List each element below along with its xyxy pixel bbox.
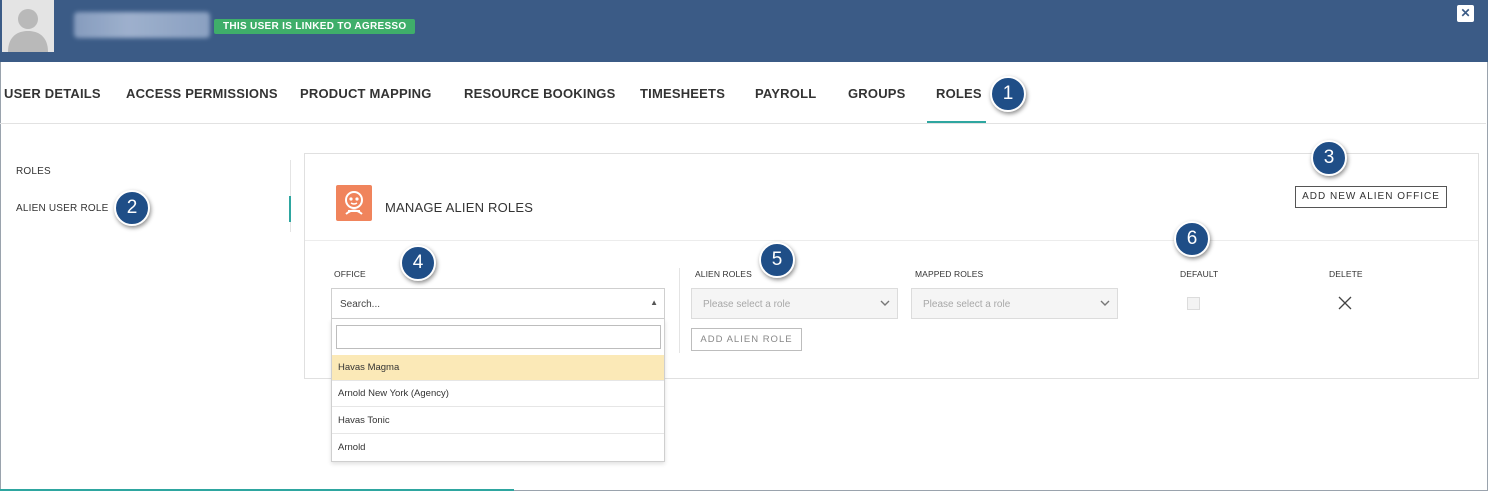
add-alien-role-button[interactable]: ADD ALIEN ROLE <box>691 328 802 351</box>
callout-badge: 5 <box>759 242 795 278</box>
office-option[interactable]: Havas Tonic <box>332 408 664 434</box>
chevron-down-icon <box>1100 300 1110 306</box>
sidebar-item-roles[interactable]: ROLES <box>16 166 51 177</box>
office-select-value: Search... <box>340 299 381 310</box>
callout-badge: 6 <box>1174 221 1210 257</box>
caret-up-icon: ▲ <box>650 298 658 307</box>
user-header: THIS USER IS LINKED TO AGRESSO ✕ <box>0 0 1488 62</box>
tab-groups[interactable]: GROUPS <box>848 86 906 101</box>
alien-role-select[interactable]: Please select a role <box>691 288 898 319</box>
callout-badge: 4 <box>400 245 436 281</box>
mapped-roles-column-label: MAPPED ROLES <box>915 269 984 279</box>
add-new-alien-office-button[interactable]: ADD NEW ALIEN OFFICE <box>1295 186 1447 208</box>
tab-user-details[interactable]: USER DETAILS <box>4 86 101 101</box>
tab-product-mapping[interactable]: PRODUCT MAPPING <box>300 86 432 101</box>
panel-divider <box>305 240 1478 241</box>
user-name-blurred <box>74 12 210 38</box>
sidebar-item-alien-user-role[interactable]: ALIEN USER ROLE <box>16 203 108 214</box>
tab-roles[interactable]: ROLES <box>936 86 982 101</box>
default-checkbox[interactable] <box>1187 297 1200 310</box>
tab-payroll[interactable]: PAYROLL <box>755 86 816 101</box>
tab-resource-bookings[interactable]: RESOURCE BOOKINGS <box>464 86 615 101</box>
sidebar-active-indicator <box>289 196 291 222</box>
alien-role-placeholder: Please select a role <box>703 299 791 310</box>
chevron-down-icon <box>880 300 890 306</box>
tab-bar: USER DETAILS ACCESS PERMISSIONS PRODUCT … <box>0 62 1486 124</box>
panel-title: MANAGE ALIEN ROLES <box>385 200 534 215</box>
agresso-linked-badge: THIS USER IS LINKED TO AGRESSO <box>214 19 416 34</box>
user-silhouette-icon <box>2 0 54 52</box>
mapped-role-placeholder: Please select a role <box>923 299 1011 310</box>
close-button[interactable]: ✕ <box>1457 5 1474 22</box>
column-divider <box>679 268 680 353</box>
callout-badge: 2 <box>114 190 150 226</box>
delete-column-label: DELETE <box>1329 269 1363 279</box>
alien-roles-column-label: ALIEN ROLES <box>695 269 752 279</box>
office-option[interactable]: Arnold New York (Agency) <box>332 381 664 407</box>
callout-badge: 1 <box>990 76 1026 112</box>
avatar <box>2 0 54 52</box>
mapped-role-select[interactable]: Please select a role <box>911 288 1118 319</box>
delete-icon[interactable] <box>1338 296 1352 310</box>
alien-icon <box>336 185 372 221</box>
tab-access-permissions[interactable]: ACCESS PERMISSIONS <box>126 86 278 101</box>
office-column-label: OFFICE <box>334 269 366 279</box>
default-column-label: DEFAULT <box>1180 269 1219 279</box>
callout-badge: 3 <box>1311 140 1347 176</box>
tab-timesheets[interactable]: TIMESHEETS <box>640 86 725 101</box>
office-select[interactable]: Search... ▲ <box>331 288 665 319</box>
office-option[interactable]: Havas Magma <box>332 355 664 381</box>
active-tab-indicator <box>927 121 986 123</box>
office-search-input[interactable] <box>336 325 661 349</box>
office-option[interactable]: Arnold <box>332 435 664 461</box>
